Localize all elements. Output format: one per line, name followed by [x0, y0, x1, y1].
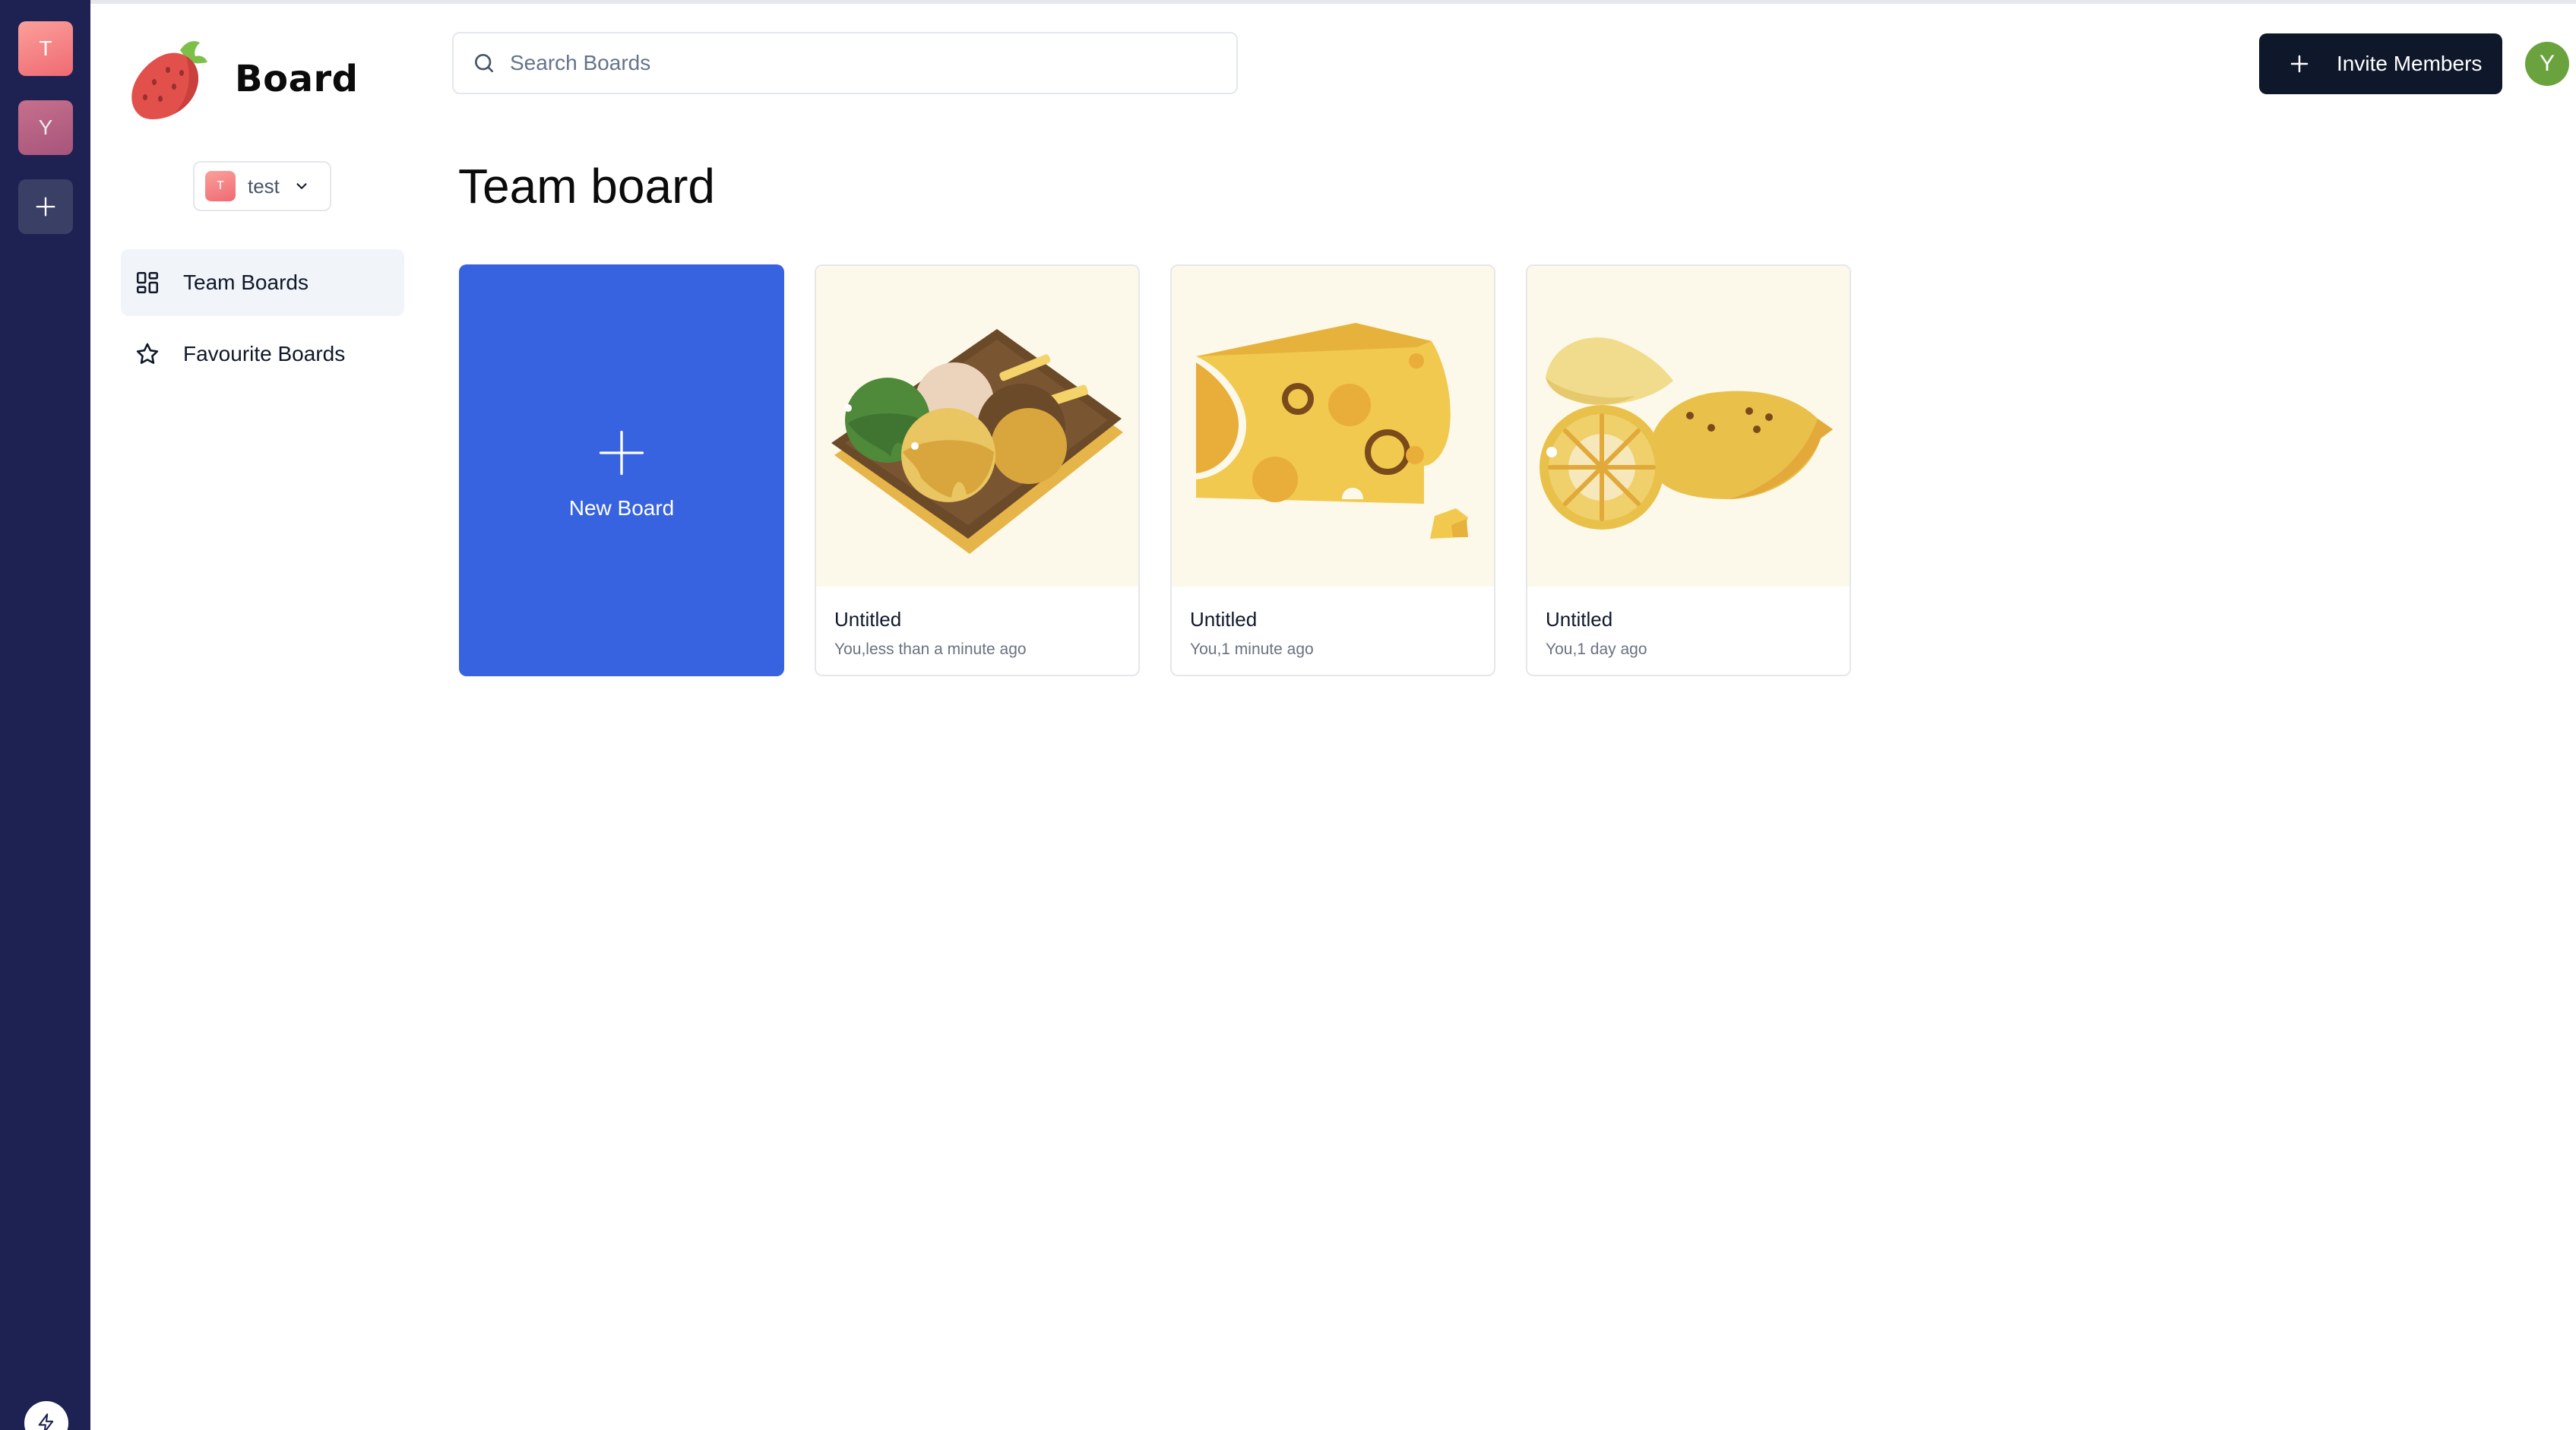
org-switcher-name: test	[248, 174, 280, 198]
board-subtitle: You,less than a minute ago	[834, 641, 1027, 658]
board-card[interactable]: Untitled You,1 minute ago	[1170, 264, 1495, 676]
org-initial: T	[39, 36, 52, 60]
board-thumbnail	[816, 266, 1138, 587]
strawberry-logo-icon	[131, 41, 207, 120]
sidebar-item-team-boards[interactable]: Team Boards	[121, 249, 404, 316]
user-avatar[interactable]: Y	[2525, 42, 2569, 86]
board-thumbnail	[1527, 266, 1850, 587]
create-org-button[interactable]	[18, 179, 73, 234]
new-board-label: New Board	[568, 496, 675, 520]
board-subtitle: You,1 minute ago	[1190, 641, 1314, 658]
sidebar-item-label: Favourite Boards	[183, 342, 346, 365]
sidebar-item-favourite-boards[interactable]: Favourite Boards	[121, 321, 404, 388]
board-card[interactable]: Untitled You,less than a minute ago	[815, 264, 1140, 676]
new-board-button[interactable]: New Board	[459, 264, 784, 676]
invite-members-button[interactable]: Invite Members	[2259, 33, 2502, 94]
chevron-down-icon	[296, 183, 307, 189]
sidebar: Board T test Team Boards Favourite Board…	[90, 0, 440, 1430]
help-button[interactable]	[24, 1401, 68, 1430]
board-subtitle: You,1 day ago	[1546, 641, 1647, 658]
board-title: Untitled	[1190, 608, 1258, 631]
user-avatar-initial: Y	[2539, 51, 2555, 76]
search-icon	[475, 54, 493, 72]
dashboard-icon	[136, 271, 159, 294]
org-initial: Y	[38, 115, 53, 139]
takoyaki-illustration	[831, 329, 1123, 554]
board-title: Untitled	[834, 608, 902, 631]
plus-icon	[36, 197, 55, 217]
board-title: Untitled	[1546, 608, 1613, 631]
lemon-illustration	[1540, 337, 1833, 530]
board-thumbnail	[1172, 266, 1494, 587]
sidebar-item-label: Team Boards	[183, 270, 309, 294]
org-button-t[interactable]: T	[18, 21, 73, 76]
bolt-icon	[38, 1413, 54, 1430]
org-switcher[interactable]: T test	[193, 161, 331, 211]
invite-members-label: Invite Members	[2337, 52, 2483, 75]
plus-icon	[599, 430, 644, 476]
cheese-illustration	[1196, 323, 1468, 539]
search-bar[interactable]	[452, 32, 1238, 94]
org-switcher-avatar: T	[205, 171, 236, 201]
app-logo[interactable]: Board	[121, 30, 358, 128]
search-input[interactable]	[510, 51, 1194, 75]
org-rail: T Y	[0, 0, 90, 1430]
star-icon	[136, 343, 159, 364]
board-card[interactable]: Untitled You,1 day ago	[1526, 264, 1851, 676]
org-button-y[interactable]: Y	[18, 100, 73, 155]
app-name: Board	[235, 58, 359, 100]
plus-icon	[2290, 55, 2309, 73]
page-title: Team board	[458, 159, 715, 214]
